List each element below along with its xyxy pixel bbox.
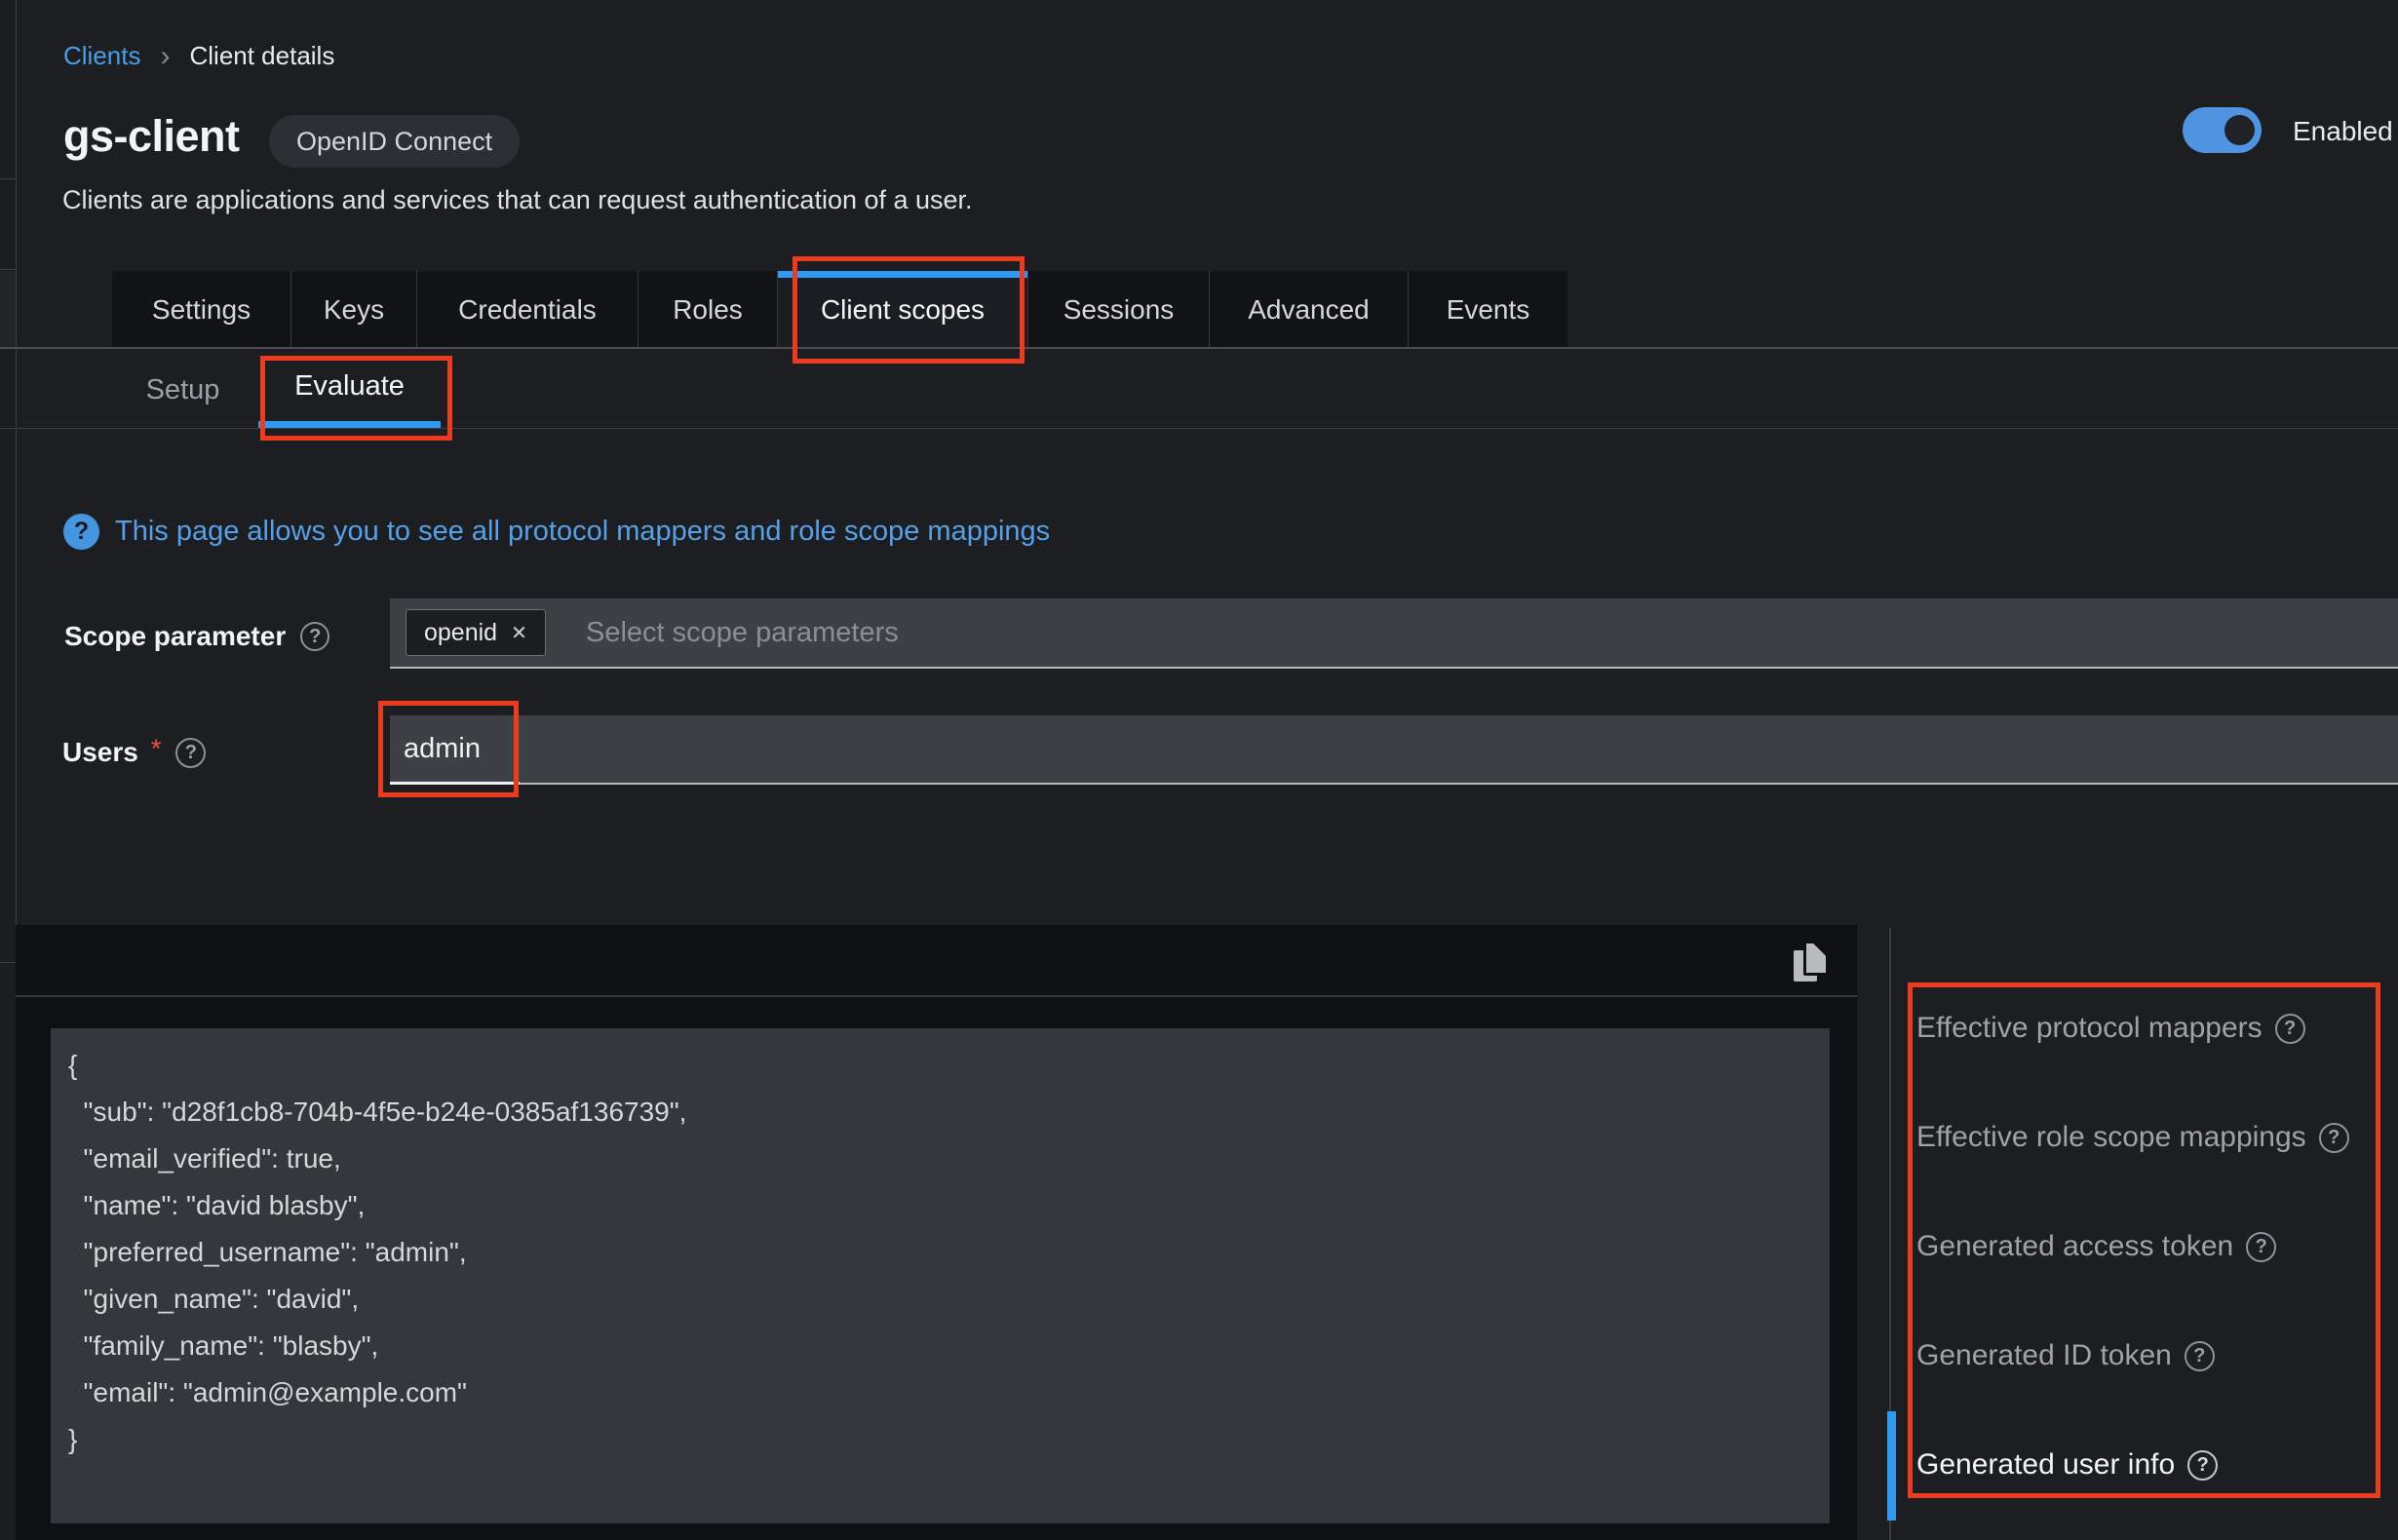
- tab-client-scopes[interactable]: Client scopes: [777, 271, 1027, 348]
- tab-label: Keys: [324, 294, 384, 326]
- right-tab-generated-access-token[interactable]: Generated access token ?: [1916, 1225, 2384, 1268]
- tab-label: Roles: [673, 294, 743, 326]
- code-line: "email_verified": true,: [68, 1136, 1812, 1182]
- users-input[interactable]: admin: [390, 715, 2398, 785]
- scope-parameter-label: Scope parameter: [64, 621, 286, 652]
- tab-bar-divider: [0, 347, 2398, 349]
- help-icon[interactable]: ?: [2275, 1014, 2305, 1044]
- right-tab-effective-protocol-mappers[interactable]: Effective protocol mappers ?: [1916, 1007, 2384, 1050]
- help-banner-text: This page allows you to see all protocol…: [115, 516, 1050, 548]
- code-line: "given_name": "david",: [68, 1276, 1812, 1323]
- client-tabs: Settings Keys Credentials Roles Client s…: [112, 271, 1567, 348]
- enabled-toggle[interactable]: [2183, 107, 2262, 153]
- users-label-row: Users * ?: [62, 737, 206, 768]
- tab-settings[interactable]: Settings: [112, 271, 290, 348]
- help-icon: ?: [63, 514, 99, 550]
- code-line: "family_name": "blasby",: [68, 1323, 1812, 1369]
- tab-sessions[interactable]: Sessions: [1027, 271, 1209, 348]
- generated-user-info-json[interactable]: { "sub": "d28f1cb8-704b-4f5e-b24e-0385af…: [51, 1028, 1830, 1523]
- tab-label: Events: [1447, 294, 1530, 326]
- right-tab-label: Generated ID token: [1916, 1339, 2172, 1372]
- users-value: admin: [404, 715, 481, 783]
- users-label: Users: [62, 737, 138, 768]
- code-line: {: [68, 1042, 1812, 1089]
- tab-label: Client scopes: [821, 294, 985, 326]
- copy-button[interactable]: [1790, 940, 1833, 982]
- tab-label: Credentials: [458, 294, 597, 326]
- help-icon[interactable]: ?: [2185, 1341, 2215, 1371]
- code-line: "sub": "d28f1cb8-704b-4f5e-b24e-0385af13…: [68, 1089, 1812, 1136]
- subtab-setup[interactable]: Setup: [107, 351, 258, 429]
- toggle-knob-icon: [2224, 115, 2255, 145]
- enabled-toggle-label: Enabled: [2293, 116, 2393, 147]
- tab-advanced[interactable]: Advanced: [1209, 271, 1408, 348]
- code-line: }: [68, 1416, 1812, 1463]
- breadcrumb-clients-link[interactable]: Clients: [63, 41, 140, 71]
- help-icon[interactable]: ?: [2187, 1450, 2218, 1481]
- right-tab-generated-user-info[interactable]: Generated user info ?: [1916, 1444, 2384, 1486]
- tab-roles[interactable]: Roles: [638, 271, 777, 348]
- tab-label: Advanced: [1248, 294, 1370, 326]
- chip-label: openid: [424, 619, 497, 647]
- help-icon[interactable]: ?: [2246, 1232, 2276, 1262]
- protocol-badge: OpenID Connect: [269, 115, 520, 168]
- help-icon[interactable]: ?: [300, 622, 329, 651]
- left-nav-strip: [0, 0, 17, 1540]
- scope-parameter-label-row: Scope parameter ?: [64, 621, 329, 652]
- subtab-divider: [0, 428, 2398, 429]
- left-strip-tab-band: [0, 271, 16, 347]
- left-strip-divider: [0, 269, 16, 270]
- right-tab-effective-role-scope-mappings[interactable]: Effective role scope mappings ?: [1916, 1116, 2384, 1159]
- tab-label: Sessions: [1064, 294, 1175, 326]
- tab-events[interactable]: Events: [1408, 271, 1567, 348]
- subtab-label: Evaluate: [294, 370, 405, 403]
- right-tab-label: Effective role scope mappings: [1916, 1121, 2306, 1154]
- chip-remove-icon[interactable]: ✕: [511, 621, 527, 645]
- left-strip-divider: [0, 178, 16, 179]
- subtab-label: Setup: [146, 374, 220, 406]
- users-input-focus-underline: [390, 782, 520, 785]
- code-line: "email": "admin@example.com": [68, 1369, 1812, 1416]
- code-line: "preferred_username": "admin",: [68, 1229, 1812, 1276]
- help-banner: ? This page allows you to see all protoc…: [63, 514, 1050, 550]
- breadcrumb-current: Client details: [189, 41, 334, 71]
- tab-label: Settings: [152, 294, 251, 326]
- code-line: "name": "david blasby",: [68, 1182, 1812, 1229]
- left-strip-divider: [0, 962, 16, 963]
- scope-parameter-input[interactable]: openid ✕ Select scope parameters: [390, 598, 2398, 669]
- right-tab-label: Effective protocol mappers: [1916, 1012, 2263, 1045]
- scope-parameter-placeholder: Select scope parameters: [586, 598, 899, 667]
- page-description: Clients are applications and services th…: [62, 185, 973, 215]
- right-tab-generated-id-token[interactable]: Generated ID token ?: [1916, 1334, 2384, 1377]
- subtab-evaluate[interactable]: Evaluate: [258, 351, 441, 429]
- help-icon[interactable]: ?: [2319, 1123, 2349, 1153]
- help-icon[interactable]: ?: [175, 738, 206, 768]
- tab-keys[interactable]: Keys: [290, 271, 416, 348]
- right-tab-label: Generated access token: [1916, 1230, 2233, 1263]
- required-indicator: *: [151, 734, 162, 764]
- scope-chip-openid[interactable]: openid ✕: [406, 609, 546, 656]
- tab-credentials[interactable]: Credentials: [416, 271, 638, 348]
- right-tab-active-indicator: [1887, 1411, 1896, 1521]
- page-title: gs-client: [63, 111, 240, 162]
- result-panel-header-divider: [16, 995, 1857, 997]
- breadcrumb-chevron-icon: ›: [160, 44, 170, 69]
- right-tab-label: Generated user info: [1916, 1448, 2175, 1482]
- copy-icon: [1794, 941, 1829, 982]
- breadcrumb: Clients › Client details: [63, 41, 334, 71]
